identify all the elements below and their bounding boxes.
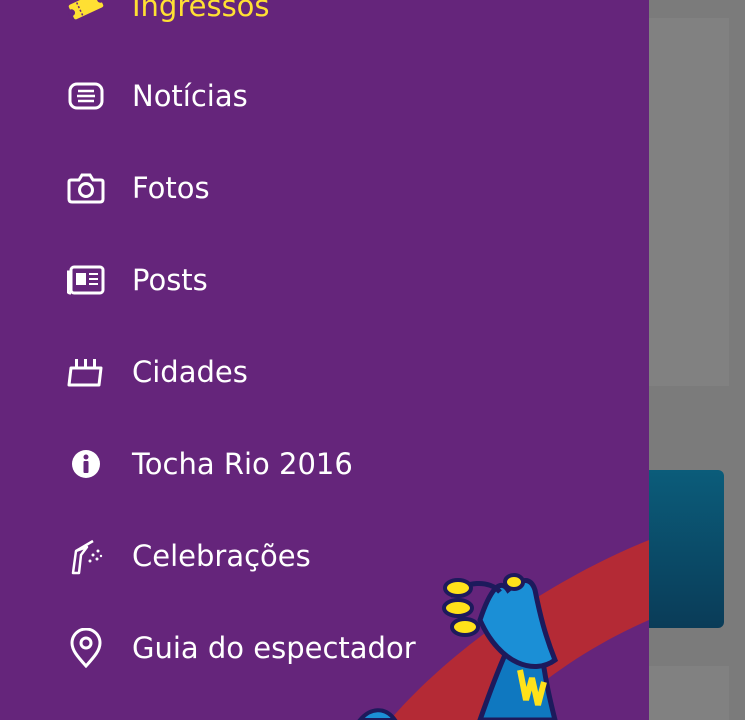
info-icon	[66, 444, 106, 484]
navigation-drawer: Ingressos Notícias Fotos Posts Cidades T…	[0, 0, 649, 720]
menu-item-label: Celebrações	[132, 539, 311, 573]
menu-item-guia[interactable]: Guia do espectador	[0, 602, 649, 694]
map-pin-icon	[66, 628, 106, 668]
menu-item-fotos[interactable]: Fotos	[0, 142, 649, 234]
menu-item-label: Posts	[132, 263, 208, 297]
background-banner	[649, 470, 724, 628]
menu-item-cidades[interactable]: Cidades	[0, 326, 649, 418]
camera-icon	[66, 168, 106, 208]
celebration-icon	[66, 536, 106, 576]
news-icon	[66, 76, 106, 116]
menu-item-tocha[interactable]: Tocha Rio 2016	[0, 418, 649, 510]
menu-item-label: Fotos	[132, 171, 210, 205]
background-card	[649, 666, 729, 720]
background-page-overlay[interactable]	[649, 0, 745, 720]
menu-item-celebracoes[interactable]: Celebrações	[0, 510, 649, 602]
menu-item-label: Guia do espectador	[132, 631, 416, 665]
menu-item-label: Notícias	[132, 79, 248, 113]
menu-item-ingressos[interactable]: Ingressos	[0, 0, 649, 52]
menu-item-label: Tocha Rio 2016	[132, 447, 353, 481]
menu-item-posts[interactable]: Posts	[0, 234, 649, 326]
menu-item-label: Ingressos	[132, 0, 270, 23]
menu-item-noticias[interactable]: Notícias	[0, 50, 649, 142]
city-icon	[66, 352, 106, 392]
newspaper-icon	[66, 260, 106, 300]
background-card	[649, 18, 729, 386]
ticket-icon	[66, 0, 106, 26]
menu-item-label: Cidades	[132, 355, 248, 389]
